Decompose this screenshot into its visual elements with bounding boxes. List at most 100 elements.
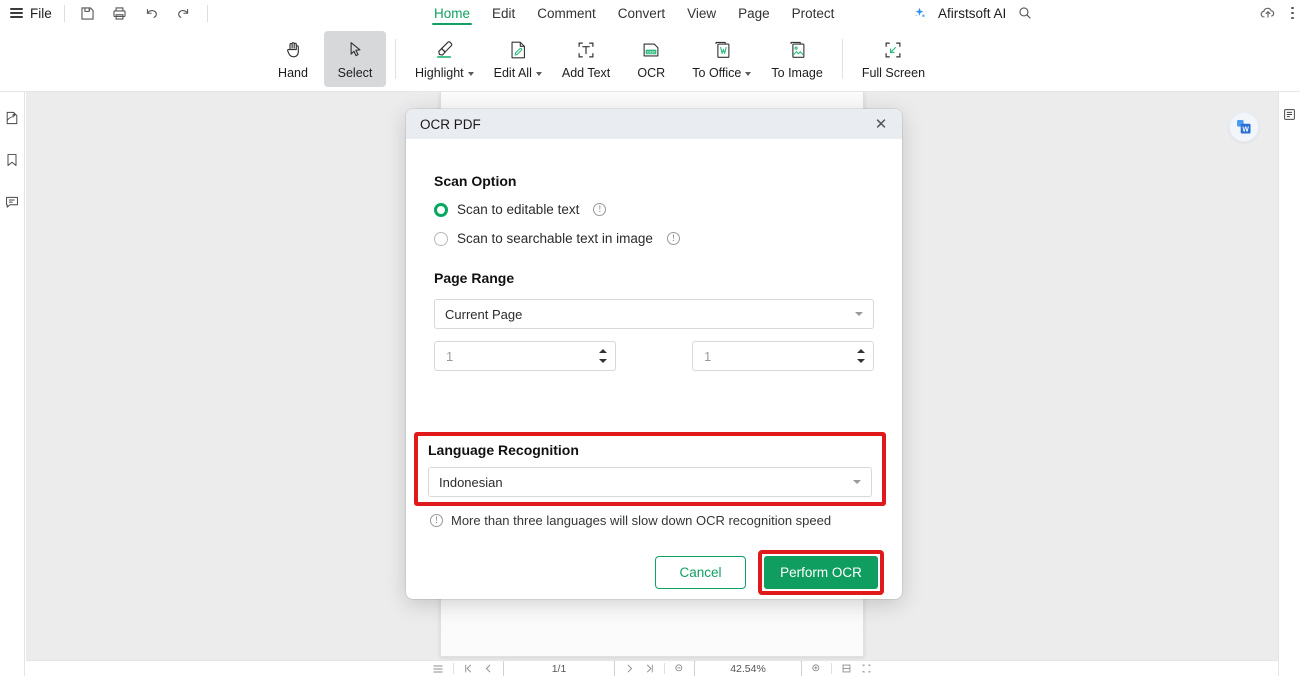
tool-full-screen[interactable]: Full Screen	[852, 31, 935, 87]
left-sidebar	[0, 92, 25, 676]
fit-width-icon[interactable]	[861, 663, 872, 674]
print-icon[interactable]	[109, 2, 131, 24]
tab-edit[interactable]: Edit	[492, 0, 515, 26]
page-to-stepper[interactable]	[857, 349, 865, 363]
radio-scan-searchable-text[interactable]: Scan to searchable text in image !	[434, 231, 874, 246]
undo-icon[interactable]	[141, 2, 163, 24]
tool-ocr[interactable]: OCR OCR	[620, 31, 682, 87]
first-page-icon[interactable]	[463, 663, 474, 674]
close-icon[interactable]: ✕	[872, 115, 890, 133]
radio-scan-searchable-text-label: Scan to searchable text in image	[457, 231, 653, 246]
page-from-value: 1	[446, 348, 454, 364]
last-page-icon[interactable]	[644, 663, 655, 674]
ocr-pdf-dialog: OCR PDF ✕ Scan Option Scan to editable t…	[406, 109, 902, 599]
tool-to-image[interactable]: To Image	[761, 31, 832, 87]
hand-icon	[283, 38, 304, 62]
redo-icon[interactable]	[173, 2, 195, 24]
info-icon[interactable]: !	[666, 232, 680, 245]
tool-select-label: Select	[337, 65, 373, 80]
tool-select[interactable]: Select	[324, 31, 386, 87]
tab-home[interactable]: Home	[431, 0, 473, 26]
page-from-stepper[interactable]	[599, 349, 607, 363]
perform-ocr-button[interactable]: Perform OCR	[764, 556, 878, 589]
tool-edit-all-label: Edit All	[493, 65, 532, 80]
add-text-icon	[575, 38, 597, 62]
dialog-header: OCR PDF ✕	[406, 109, 902, 139]
divider	[453, 663, 454, 674]
stepper-down-icon[interactable]	[599, 359, 607, 363]
divider	[206, 4, 208, 22]
tool-highlight[interactable]: Highlight	[405, 31, 484, 87]
prev-page-icon[interactable]	[483, 663, 494, 674]
language-select-value: Indonesian	[439, 474, 503, 490]
dialog-body: Scan Option Scan to editable text ! Scan…	[406, 139, 902, 595]
page-from-input[interactable]: 1	[434, 341, 616, 371]
ai-assistant-label[interactable]: Afirstsoft AI	[938, 6, 1006, 21]
page-to-value: 1	[704, 348, 712, 364]
stepper-down-icon[interactable]	[857, 359, 865, 363]
tool-edit-all[interactable]: Edit All	[484, 31, 552, 87]
cancel-button[interactable]: Cancel	[655, 556, 746, 589]
zoom-in-icon[interactable]	[811, 663, 822, 674]
status-bar: 1/1 42.54%	[26, 660, 1278, 676]
divider	[63, 4, 65, 22]
info-icon[interactable]: !	[593, 203, 607, 216]
convert-to-word-icon[interactable]: W	[1229, 112, 1259, 142]
dialog-title: OCR PDF	[420, 116, 481, 132]
page-to-input[interactable]: 1	[692, 341, 874, 371]
sparkle-ai-icon	[908, 2, 930, 24]
tab-comment[interactable]: Comment	[537, 0, 596, 26]
comment-icon[interactable]	[2, 192, 22, 212]
tool-highlight-label: Highlight	[415, 65, 464, 80]
app-window: File Home Edit Comment Convert View Page…	[0, 0, 1300, 676]
page-layout-icon[interactable]	[432, 663, 444, 675]
edit-document-icon	[507, 38, 529, 62]
more-options-icon[interactable]	[1291, 6, 1294, 20]
zoom-out-icon[interactable]	[674, 663, 685, 674]
ocr-icon: OCR	[640, 38, 662, 62]
tool-to-image-label: To Image	[771, 65, 823, 80]
radio-indicator[interactable]	[434, 231, 448, 246]
tab-protect[interactable]: Protect	[792, 0, 835, 26]
dialog-actions: Cancel Perform OCR	[655, 550, 884, 595]
language-recognition-heading: Language Recognition	[428, 442, 579, 458]
chevron-down-icon[interactable]	[535, 71, 542, 76]
save-icon[interactable]	[77, 2, 99, 24]
search-icon[interactable]	[1014, 2, 1036, 24]
tool-hand[interactable]: Hand	[262, 31, 324, 87]
chevron-down-icon[interactable]	[745, 71, 752, 76]
page-range-inputs: 1 1	[434, 341, 874, 371]
page-number-input[interactable]: 1/1	[503, 661, 615, 676]
stepper-up-icon[interactable]	[599, 349, 607, 353]
next-page-icon[interactable]	[624, 663, 635, 674]
file-menu-button[interactable]: File	[0, 6, 52, 21]
ribbon-toolbar: Hand Select Highlight Edit All Add Text …	[0, 26, 1300, 92]
perform-ocr-highlight: Perform OCR	[758, 550, 884, 595]
tab-view[interactable]: View	[687, 0, 716, 26]
properties-panel-icon[interactable]	[1280, 104, 1300, 124]
divider	[841, 39, 843, 79]
thumbnails-icon[interactable]	[2, 108, 22, 128]
menu-bar: File Home Edit Comment Convert View Page…	[0, 0, 1300, 26]
page-range-select[interactable]: Current Page	[434, 299, 874, 329]
tab-convert[interactable]: Convert	[618, 0, 665, 26]
ribbon-tabs: Home Edit Comment Convert View Page Prot…	[431, 0, 835, 26]
divider	[831, 663, 832, 674]
fit-page-icon[interactable]	[841, 663, 852, 674]
chevron-down-icon	[855, 312, 863, 316]
tool-add-text[interactable]: Add Text	[552, 31, 620, 87]
bookmark-icon[interactable]	[2, 150, 22, 170]
tab-page[interactable]: Page	[738, 0, 770, 26]
chevron-down-icon	[853, 480, 861, 484]
language-select[interactable]: Indonesian	[428, 467, 872, 497]
radio-scan-editable-text[interactable]: Scan to editable text !	[434, 202, 874, 217]
tool-to-office[interactable]: To Office	[682, 31, 761, 87]
stepper-up-icon[interactable]	[857, 349, 865, 353]
info-icon: !	[430, 514, 443, 527]
radio-indicator[interactable]	[434, 202, 448, 217]
chevron-down-icon[interactable]	[467, 71, 474, 76]
cloud-upload-icon[interactable]	[1257, 2, 1279, 24]
tool-full-screen-label: Full Screen	[861, 65, 926, 80]
zoom-level-input[interactable]: 42.54%	[694, 661, 802, 676]
hamburger-icon	[10, 8, 23, 18]
